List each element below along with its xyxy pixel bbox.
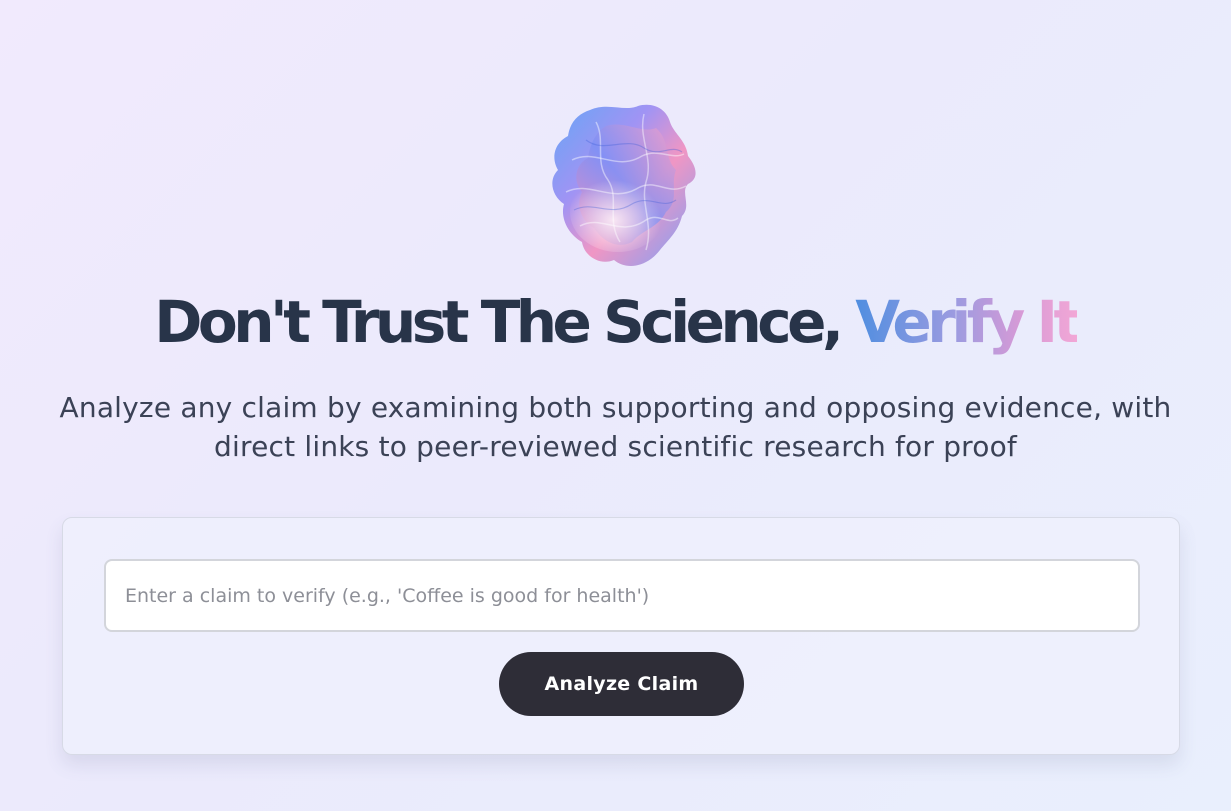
claim-input[interactable] [104, 559, 1140, 632]
headline-accent: Verify It [855, 288, 1081, 356]
iridescent-cloth-blob-icon [552, 104, 696, 266]
page-title: Don't Trust The Science, Verify It [0, 284, 1231, 360]
headline-main: Don't Trust The Science, [154, 288, 856, 356]
page-subtitle: Analyze any claim by examining both supp… [59, 391, 1172, 463]
analyze-claim-button[interactable]: Analyze Claim [499, 652, 744, 716]
claim-form-card: Analyze Claim [62, 517, 1180, 755]
